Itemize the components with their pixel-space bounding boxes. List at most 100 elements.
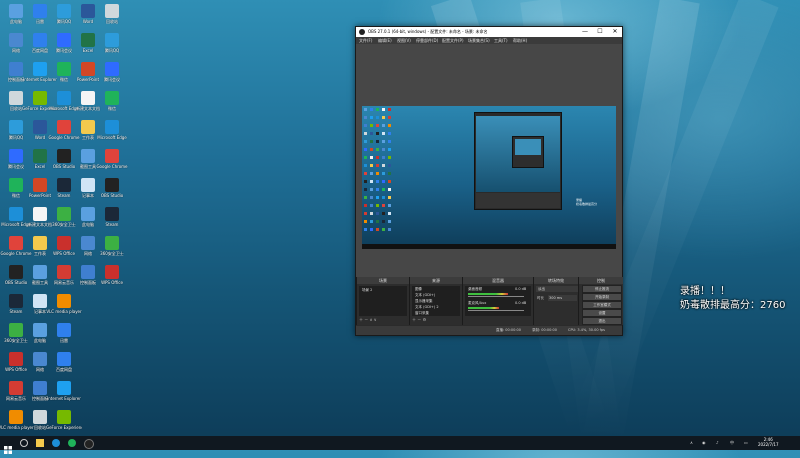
obs-titlebar[interactable]: OBS 27.0.1 (64-bit, windows) - 配置文件: 未命名…: [356, 27, 622, 37]
volume-slider[interactable]: [468, 310, 524, 311]
desktop-app-icon: [9, 236, 23, 250]
desktop-app-icon: [105, 178, 119, 192]
preview-desktop-icon: [388, 124, 391, 127]
transition-select[interactable]: 淡出: [536, 286, 578, 292]
duration-input[interactable]: 300 ms: [548, 295, 577, 301]
scenes-dock: 场景 场景 2 ＋ － ∧ ∨: [356, 277, 409, 325]
desktop-app-icon: [105, 265, 119, 279]
source-item[interactable]: 显示器采集: [415, 299, 433, 304]
desktop-icon[interactable]: Google Chrome: [96, 147, 130, 179]
desktop-app-icon: [9, 149, 23, 163]
desktop-icon[interactable]: VLC media player: [46, 292, 82, 324]
desktop-icon[interactable]: 百度网盘: [50, 350, 82, 382]
mixer-channel-level: 0.0 dB: [515, 301, 527, 305]
source-item[interactable]: 图像: [415, 287, 422, 292]
preview-canvas[interactable]: 录播 奶毒散排最高分: [362, 106, 616, 249]
start-recording-button[interactable]: 开始录制: [582, 293, 622, 301]
desktop-app-icon: [9, 91, 23, 105]
edge-icon[interactable]: [52, 439, 60, 447]
close-button[interactable]: ✕: [608, 28, 622, 36]
desktop-app-icon: [9, 294, 23, 308]
desktop-app-icon: [33, 120, 47, 134]
source-settings-icon[interactable]: ⚙: [423, 317, 427, 322]
desktop-icon[interactable]: WPS Office: [98, 263, 130, 295]
studio-mode-button[interactable]: 工作室模式: [582, 301, 622, 309]
desktop-icon[interactable]: 微信: [98, 89, 130, 121]
desktop-app-icon: [81, 33, 95, 47]
ime-icon[interactable]: 中: [730, 440, 734, 446]
obs-window: OBS 27.0.1 (64-bit, windows) - 配置文件: 未命名…: [355, 26, 623, 336]
scene-up-button[interactable]: ∧: [370, 317, 373, 322]
preview-desktop-icon: [364, 140, 367, 143]
audio-meter: [468, 307, 499, 309]
obs-taskbar-icon[interactable]: [84, 439, 94, 449]
sources-list[interactable]: 图像 文本 (GDI+) 显示器采集 文本 (GDI+) 2 窗口采集: [412, 286, 460, 316]
maximize-button[interactable]: ☐: [593, 28, 607, 36]
preview-desktop-icon: [382, 164, 385, 167]
preview-desktop-icon: [364, 132, 367, 135]
preview-desktop-icon: [376, 212, 379, 215]
desktop-app-icon: [57, 352, 71, 366]
preview-desktop-icon: [376, 164, 379, 167]
desktop-app-icon: [57, 236, 71, 250]
scene-item[interactable]: 场景 2: [362, 288, 372, 293]
stop-streaming-button[interactable]: 停止推流: [582, 285, 622, 293]
desktop-icon[interactable]: Microsoft Edge: [97, 118, 130, 150]
remove-scene-button[interactable]: －: [364, 317, 368, 322]
add-source-button[interactable]: ＋: [412, 317, 416, 322]
duration-label: 时长: [537, 296, 544, 300]
desktop-icon[interactable]: Internet Explorer: [47, 379, 82, 411]
exit-button[interactable]: 退出: [582, 317, 622, 325]
desktop-icon[interactable]: OBS Studio: [98, 176, 130, 208]
desktop-icon[interactable]: 腾讯QQ: [98, 31, 130, 63]
desktop-app-icon: [81, 4, 95, 18]
preview-desktop-icon: [370, 228, 373, 231]
remove-source-button[interactable]: －: [417, 317, 421, 322]
desktop-app-icon: [57, 149, 71, 163]
obs-preview-area[interactable]: 录播 奶毒散排最高分: [356, 44, 622, 277]
desktop-icon[interactable]: 腾讯会议: [98, 60, 130, 92]
preview-desktop-icon: [382, 108, 385, 111]
desktop-icon[interactable]: 回收站: [98, 2, 130, 34]
desktop-icon[interactable]: 迅雷: [50, 321, 82, 353]
preview-desktop-icon: [364, 156, 367, 159]
desktop-app-icon: [57, 381, 71, 395]
settings-button[interactable]: 设置: [582, 309, 622, 317]
minimize-button[interactable]: —: [578, 28, 592, 36]
desktop-app-icon: [9, 120, 23, 134]
network-icon[interactable]: ◉: [702, 440, 706, 445]
desktop-icon[interactable]: 360安全卫士: [98, 234, 130, 266]
start-button[interactable]: [4, 439, 12, 454]
desktop-app-icon: [9, 62, 23, 76]
add-scene-button[interactable]: ＋: [359, 317, 363, 322]
scenes-list[interactable]: 场景 2: [359, 286, 407, 316]
preview-desktop-icon: [388, 140, 391, 143]
wechat-icon[interactable]: [68, 439, 76, 447]
file-explorer-icon[interactable]: [36, 439, 44, 447]
desktop-app-icon: [33, 294, 47, 308]
preview-desktop-icon: [364, 204, 367, 207]
preview-desktop-icon: [370, 220, 373, 223]
source-item[interactable]: 文本 (GDI+) 2: [415, 305, 439, 310]
preview-desktop-icon: [376, 148, 379, 151]
tray-up-icon[interactable]: ∧: [690, 440, 693, 445]
volume-icon[interactable]: ♪: [716, 440, 719, 445]
preview-desktop-icon: [388, 212, 391, 215]
source-item[interactable]: 窗口采集: [415, 311, 429, 316]
scene-down-button[interactable]: ∨: [374, 317, 377, 322]
search-icon[interactable]: [20, 439, 28, 447]
desktop-app-icon: [57, 294, 71, 308]
preview-desktop-icon: [370, 116, 373, 119]
preview-desktop-icon: [370, 108, 373, 111]
notification-icon[interactable]: ▭: [744, 440, 748, 445]
taskbar-clock[interactable]: 2:46 2022/7/17: [758, 437, 779, 447]
canvas-taskbar: [362, 244, 616, 249]
preview-desktop-icon: [370, 124, 373, 127]
mixer-dock-title: 混音器: [463, 277, 533, 284]
desktop-icon[interactable]: Steam: [98, 205, 130, 237]
windows-taskbar: ∧ ◉ ♪ 中 ▭ 2:46 2022/7/17: [0, 436, 800, 454]
source-item[interactable]: 文本 (GDI+): [415, 293, 435, 298]
volume-slider[interactable]: [468, 296, 524, 297]
preview-desktop-icon: [376, 132, 379, 135]
sources-dock: 来源 图像 文本 (GDI+) 显示器采集 文本 (GDI+) 2 窗口采集 ＋…: [409, 277, 462, 325]
